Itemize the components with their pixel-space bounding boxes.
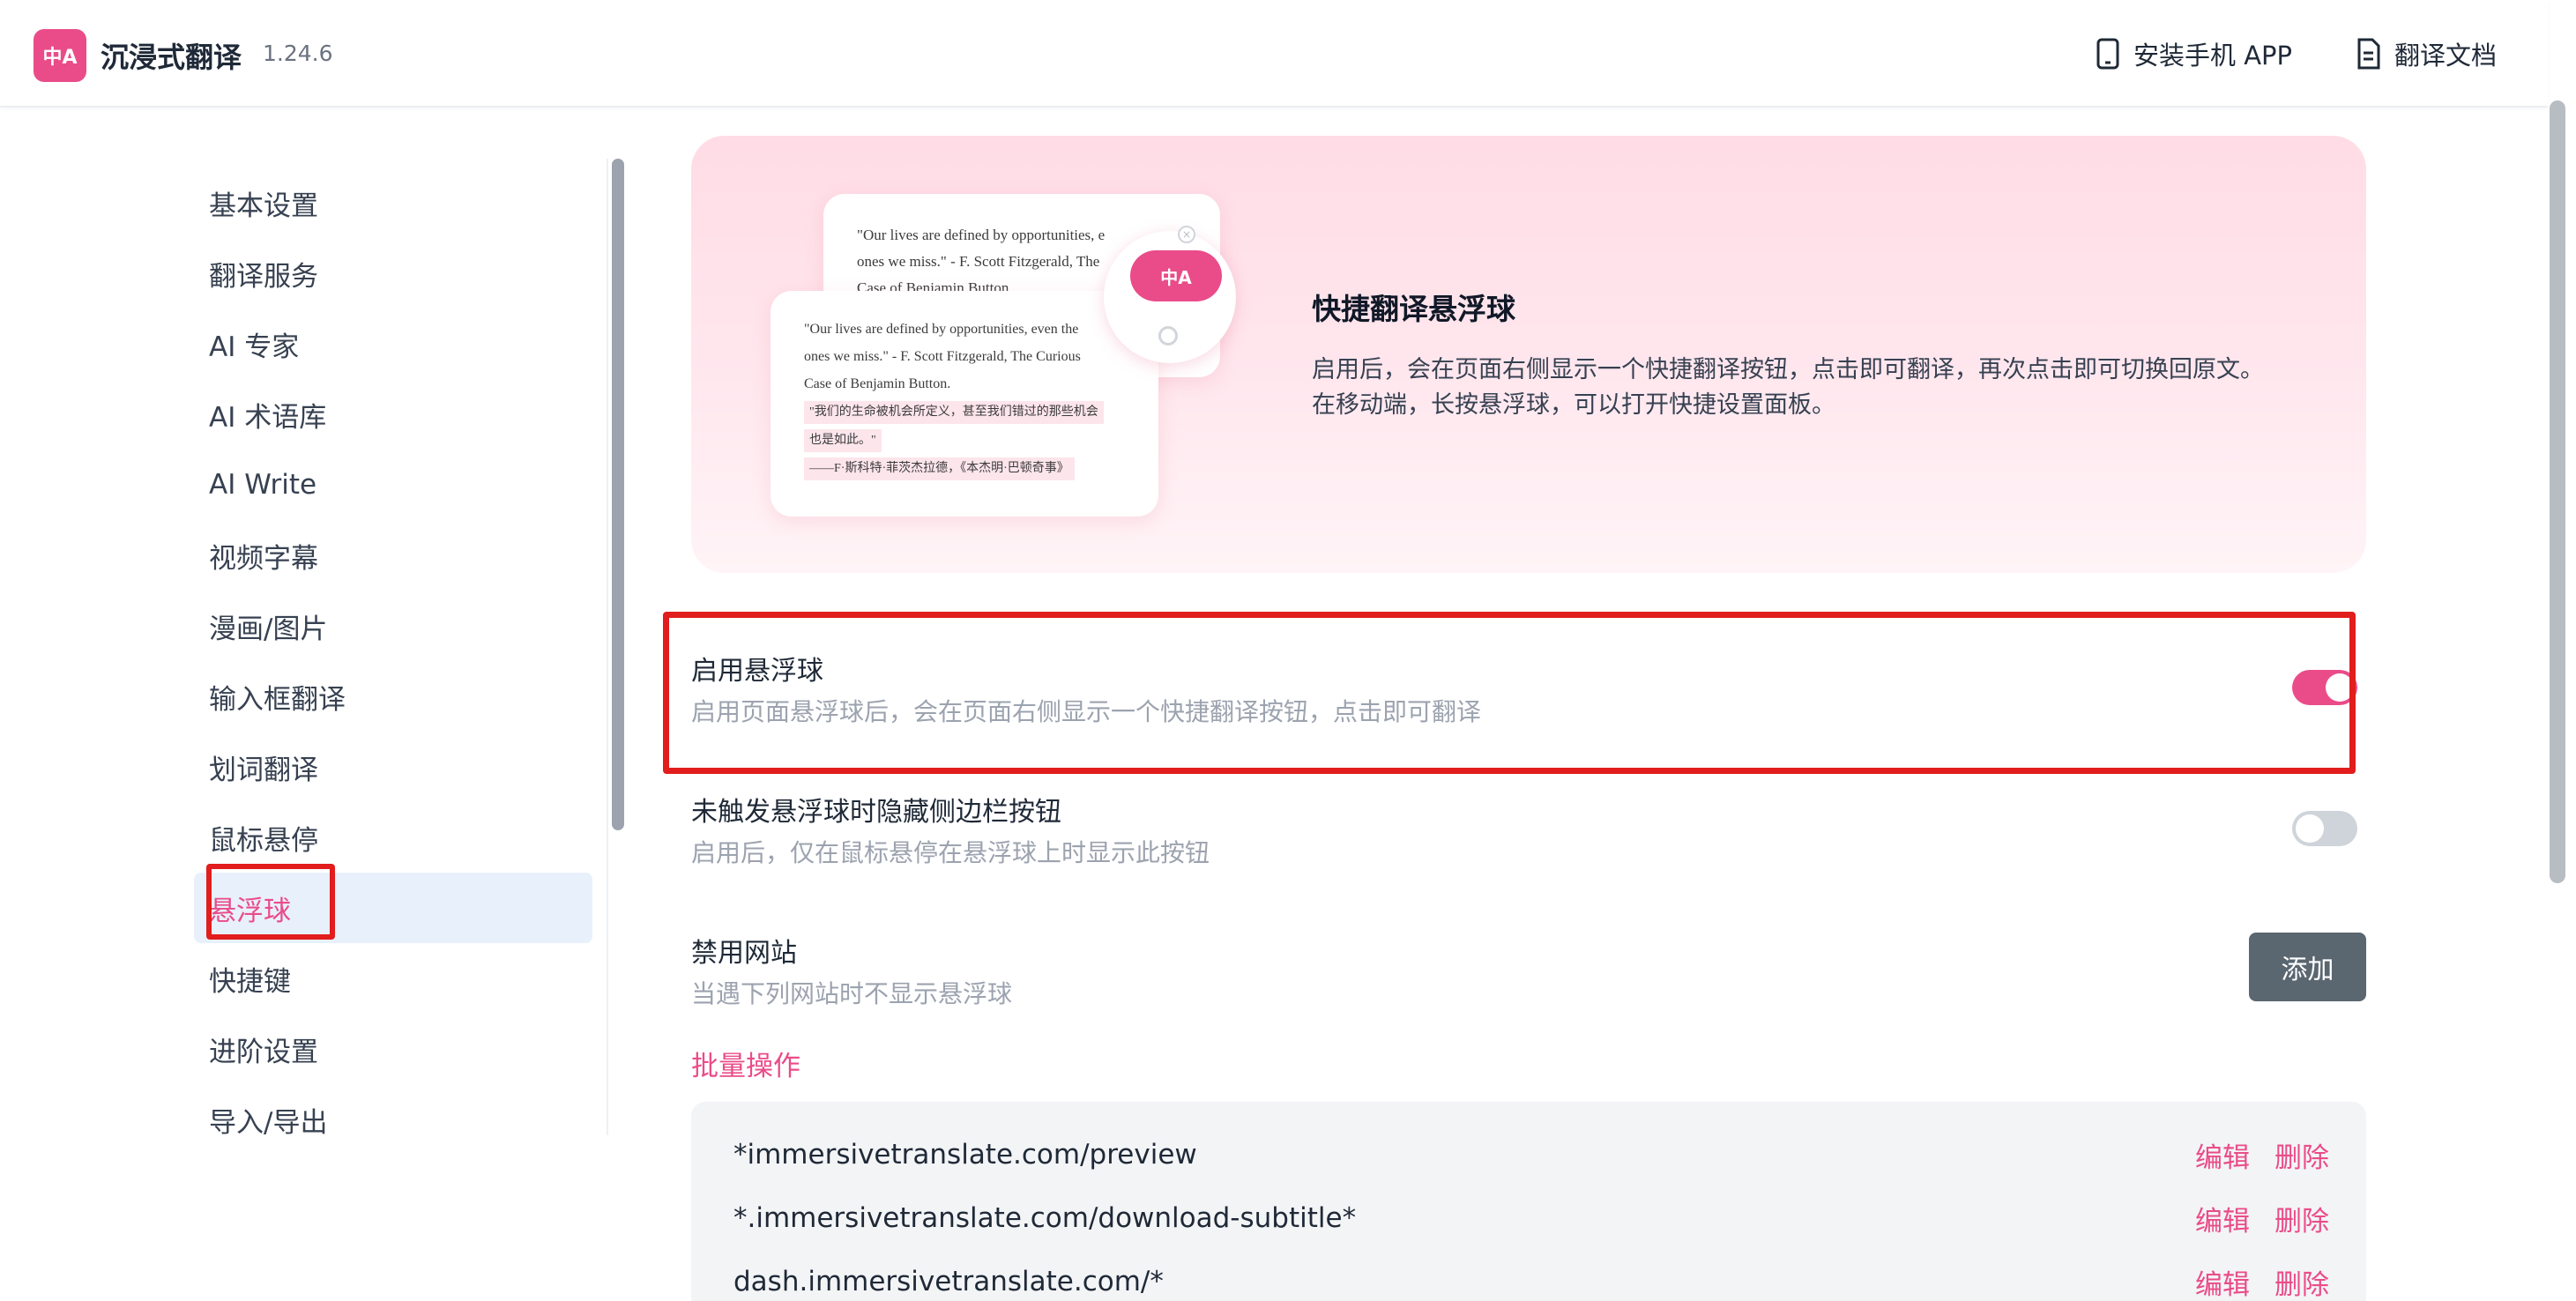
- sidebar-item-comics-images[interactable]: 漫画/图片: [194, 591, 592, 661]
- sidebar-item-selection-translation[interactable]: 划词翻译: [194, 732, 592, 802]
- sidebar-item-ai-glossary[interactable]: AI 术语库: [194, 379, 592, 450]
- list-item: *immersivetranslate.com/preview 编辑 删除: [733, 1128, 2329, 1181]
- banner-desc-line: 在移动端，长按悬浮球，可以打开快捷设置面板。: [1312, 391, 1835, 419]
- site-url: *immersivetranslate.com/preview: [733, 1139, 1197, 1171]
- banner-description: 启用后，会在页面右侧显示一个快捷翻译按钮，点击即可翻译，再次点击即可切换回原文。…: [1312, 353, 2326, 423]
- sidebar-item-advanced[interactable]: 进阶设置: [194, 1014, 592, 1084]
- sidebar-scrollbar[interactable]: [612, 159, 624, 830]
- sidebar-item-ai-expert[interactable]: AI 专家: [194, 309, 592, 379]
- app-header: 中A 沉浸式翻译 1.24.6 安装手机 APP 翻译文档: [0, 0, 2548, 108]
- disabled-sites-title: 禁用网站: [691, 938, 797, 969]
- install-app-label: 安装手机 APP: [2133, 41, 2293, 71]
- sidebar-item-input-translation[interactable]: 输入框翻译: [194, 661, 592, 732]
- delete-button[interactable]: 删除: [2274, 1135, 2329, 1175]
- translate-icon: 中A: [1130, 250, 1222, 301]
- sidebar-item-translation-service[interactable]: 翻译服务: [194, 238, 592, 309]
- list-item: *.immersivetranslate.com/download-subtit…: [733, 1192, 2329, 1245]
- sidebar-item-video-subtitles[interactable]: 视频字幕: [194, 520, 592, 591]
- edit-button[interactable]: 编辑: [2195, 1262, 2250, 1301]
- highlight-box-sidebar: [206, 864, 335, 940]
- hide-sidebar-btn-title: 未触发悬浮球时隐藏侧边栏按钮: [691, 797, 1061, 828]
- illustration-text: Case of Benjamin Button.: [804, 376, 951, 391]
- app-name: 沉浸式翻译: [101, 41, 242, 74]
- feature-banner: "Our lives are defined by opportunities,…: [691, 136, 2366, 573]
- gear-icon: [1158, 326, 1178, 346]
- mobile-phone-icon: [2096, 38, 2119, 70]
- illustration-text: ones we miss." - F. Scott Fitzgerald, Th…: [804, 349, 1081, 364]
- docs-link[interactable]: 翻译文档: [2356, 35, 2497, 72]
- docs-label: 翻译文档: [2394, 41, 2498, 71]
- disabled-sites-desc: 当遇下列网站时不显示悬浮球: [691, 979, 1013, 1008]
- sidebar-item-import-export[interactable]: 导入/导出: [194, 1084, 592, 1136]
- hide-sidebar-btn-toggle[interactable]: [2292, 811, 2357, 846]
- install-app-link[interactable]: 安装手机 APP: [2095, 35, 2292, 72]
- sidebar-divider: [607, 159, 608, 1135]
- illustration-translation: "我们的生命被机会所定义，甚至我们错过的那些机会: [804, 401, 1104, 424]
- edit-button[interactable]: 编辑: [2195, 1135, 2250, 1175]
- settings-sidebar: 基本设置 翻译服务 AI 专家 AI 术语库 AI Write 视频字幕 漫画/…: [194, 159, 592, 1135]
- hide-sidebar-btn-desc: 启用后，仅在鼠标悬停在悬浮球上时显示此按钮: [691, 838, 1210, 867]
- site-url: *.immersivetranslate.com/download-subtit…: [733, 1202, 1357, 1234]
- highlight-box-setting: [663, 612, 2356, 774]
- batch-operations-link[interactable]: 批量操作: [691, 1044, 800, 1083]
- sidebar-item-basic[interactable]: 基本设置: [194, 167, 592, 238]
- delete-button[interactable]: 删除: [2274, 1262, 2329, 1301]
- sidebar-item-ai-write[interactable]: AI Write: [194, 450, 592, 520]
- document-icon: [2357, 38, 2380, 70]
- delete-button[interactable]: 删除: [2274, 1199, 2329, 1238]
- add-site-button[interactable]: 添加: [2249, 933, 2366, 1001]
- sidebar-item-mouse-hover[interactable]: 鼠标悬停: [194, 802, 592, 873]
- main-scrollbar[interactable]: [2550, 100, 2565, 883]
- disabled-sites-list: *immersivetranslate.com/preview 编辑 删除 *.…: [691, 1102, 2366, 1301]
- close-icon: ×: [1178, 226, 1195, 243]
- illustration-translation: ——F·斯科特·菲茨杰拉德，《本杰明·巴顿奇事》: [804, 457, 1075, 480]
- app-logo-icon: 中A: [34, 29, 86, 82]
- sidebar-item-shortcuts[interactable]: 快捷键: [194, 943, 592, 1014]
- illustration-translation: 也是如此。": [804, 429, 882, 452]
- illustration-text: "Our lives are defined by opportunities,…: [804, 322, 1079, 337]
- banner-desc-line: 启用后，会在页面右侧显示一个快捷翻译按钮，点击即可翻译，再次点击即可切换回原文。: [1312, 356, 2264, 383]
- illustration-card-front: "Our lives are defined by opportunities,…: [771, 291, 1158, 517]
- app-version: 1.24.6: [263, 41, 333, 66]
- list-item: dash.immersivetranslate.com/* 编辑 删除: [733, 1255, 2329, 1301]
- toggle-knob: [2296, 814, 2324, 843]
- edit-button[interactable]: 编辑: [2195, 1199, 2250, 1238]
- banner-title: 快捷翻译悬浮球: [1312, 292, 1515, 326]
- site-url: dash.immersivetranslate.com/*: [733, 1266, 1164, 1297]
